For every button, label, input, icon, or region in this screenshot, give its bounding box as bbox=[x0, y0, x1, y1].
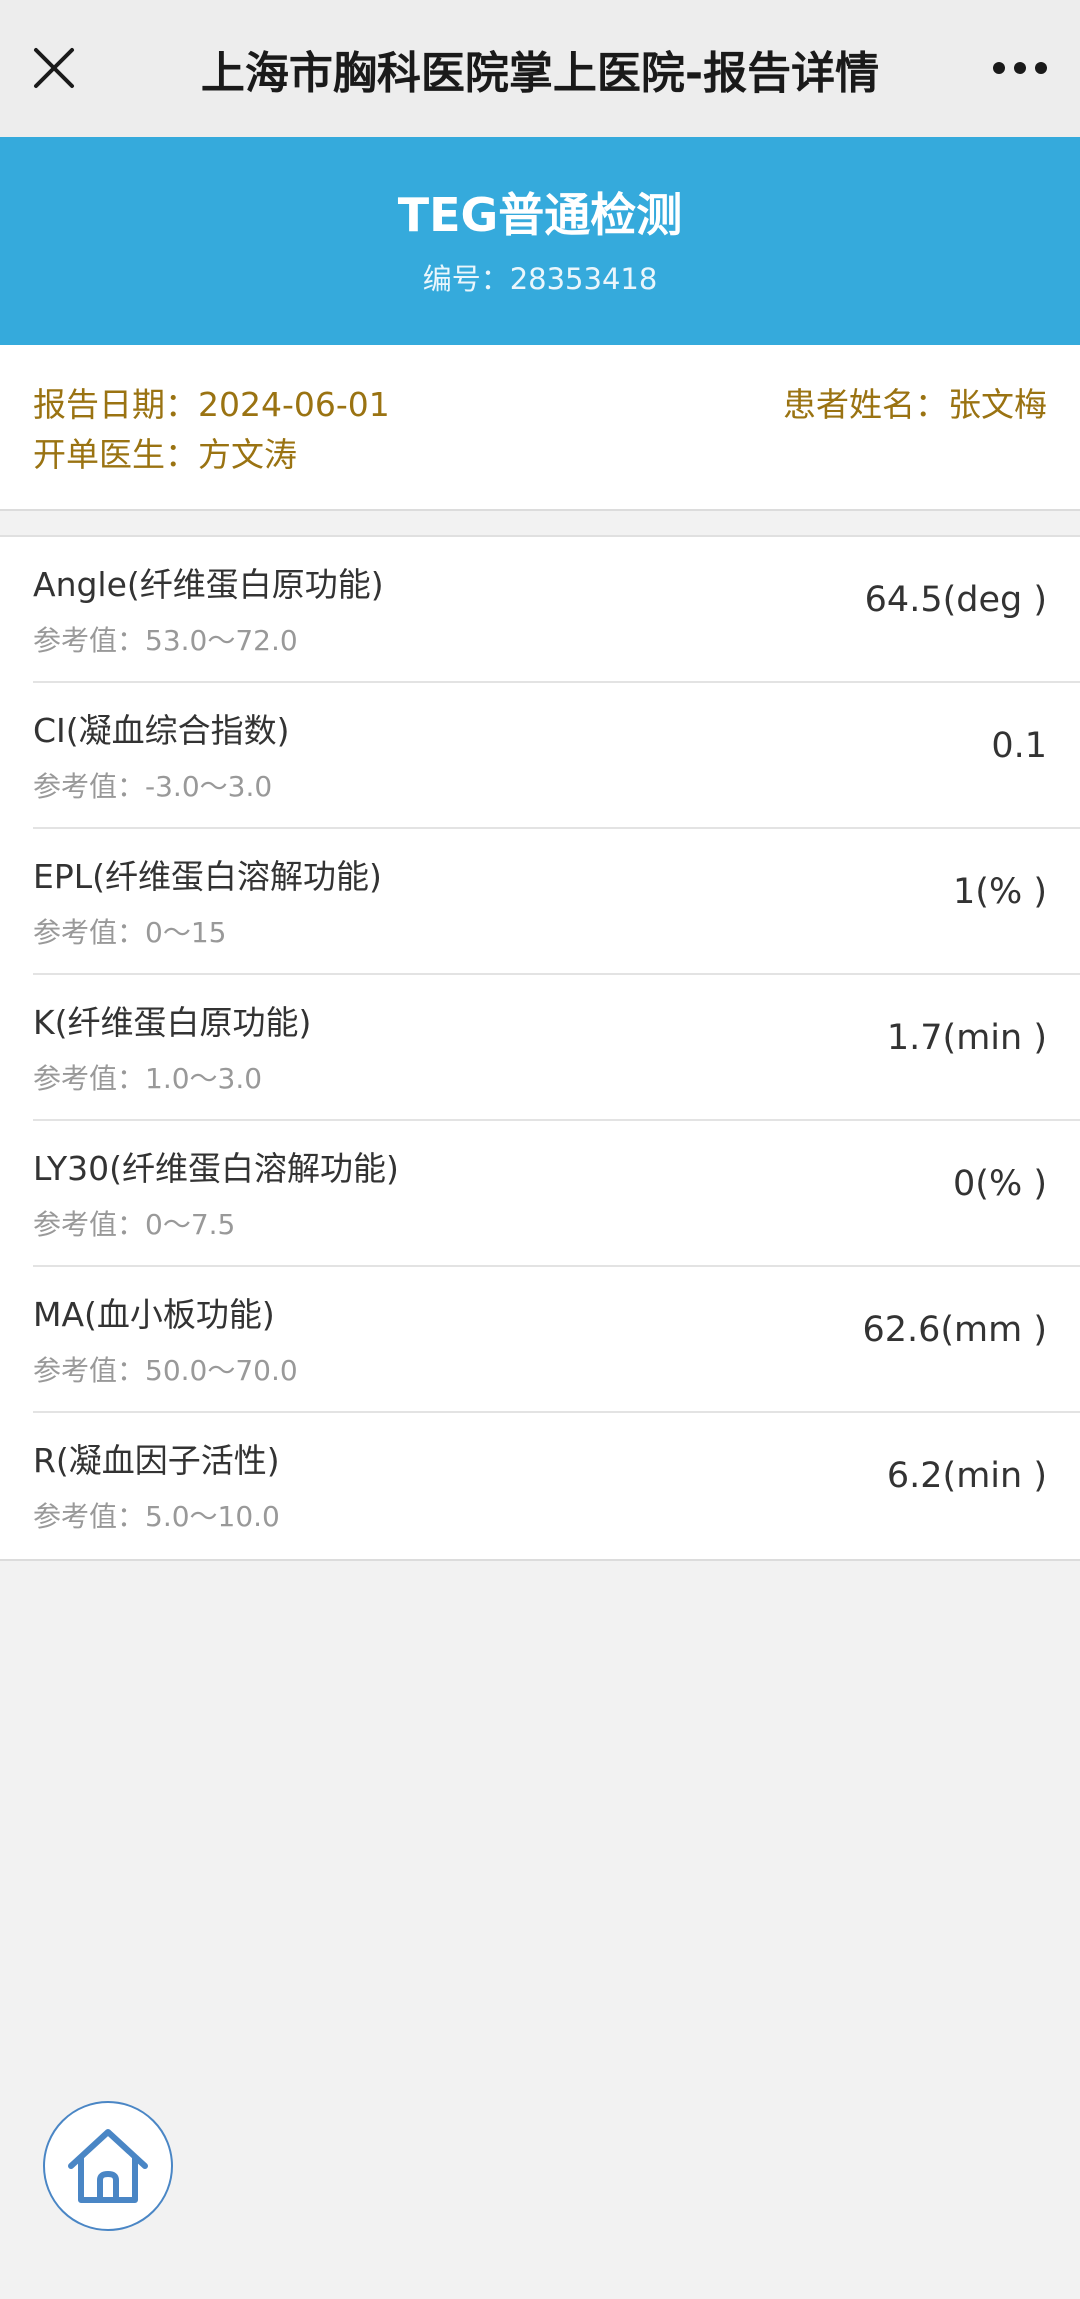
result-reference: 参考值：50.0～70.0 bbox=[33, 1354, 298, 1387]
result-reference: 参考值：0～15 bbox=[33, 916, 227, 949]
info-row-date-patient: 报告日期：2024-06-01 患者姓名：张文梅 bbox=[33, 383, 1047, 427]
result-name: Angle(纤维蛋白原功能) bbox=[33, 565, 384, 604]
report-info: 报告日期：2024-06-01 患者姓名：张文梅 开单医生：方文涛 bbox=[0, 345, 1080, 511]
result-name: EPL(纤维蛋白溶解功能) bbox=[33, 857, 382, 896]
result-name: MA(血小板功能) bbox=[33, 1295, 275, 1334]
result-value: 1.7(min ) bbox=[886, 1018, 1047, 1058]
home-button[interactable] bbox=[43, 2101, 173, 2231]
page-title: 上海市胸科医院掌上医院-报告详情 bbox=[200, 47, 880, 99]
close-icon bbox=[34, 48, 74, 88]
result-name: R(凝血因子活性) bbox=[33, 1441, 280, 1480]
report-number: 编号：28353418 bbox=[422, 262, 658, 296]
results-list: Angle(纤维蛋白原功能) 参考值：53.0～72.0 64.5(deg ) … bbox=[0, 535, 1080, 1561]
result-row: CI(凝血综合指数) 参考值：-3.0～3.0 0.1 bbox=[33, 683, 1080, 829]
result-row: LY30(纤维蛋白溶解功能) 参考值：0～7.5 0(% ) bbox=[33, 1121, 1080, 1267]
result-row: R(凝血因子活性) 参考值：5.0～10.0 6.2(min ) bbox=[33, 1413, 1080, 1559]
patient-name: 患者姓名：张文梅 bbox=[783, 385, 1047, 424]
result-reference: 参考值：1.0～3.0 bbox=[33, 1062, 263, 1095]
result-row: EPL(纤维蛋白溶解功能) 参考值：0～15 1(% ) bbox=[33, 829, 1080, 975]
close-button[interactable] bbox=[24, 38, 84, 98]
result-reference: 参考值：5.0～10.0 bbox=[33, 1500, 280, 1533]
report-date: 报告日期：2024-06-01 bbox=[33, 385, 390, 424]
result-row: K(纤维蛋白原功能) 参考值：1.0～3.0 1.7(min ) bbox=[33, 975, 1080, 1121]
result-value: 64.5(deg ) bbox=[864, 580, 1047, 620]
ordering-doctor: 开单医生：方文涛 bbox=[33, 435, 297, 474]
top-navigation-bar: 上海市胸科医院掌上医院-报告详情 bbox=[0, 0, 1080, 137]
report-title: TEG普通检测 bbox=[397, 188, 683, 242]
result-reference: 参考值：0～7.5 bbox=[33, 1208, 236, 1241]
result-value: 0(% ) bbox=[953, 1164, 1047, 1204]
result-value: 62.6(mm ) bbox=[862, 1310, 1047, 1350]
more-options-button[interactable] bbox=[984, 38, 1056, 98]
result-value: 6.2(min ) bbox=[886, 1456, 1047, 1496]
result-name: K(纤维蛋白原功能) bbox=[33, 1003, 312, 1042]
more-icon bbox=[993, 62, 1047, 74]
info-row-doctor: 开单医生：方文涛 bbox=[33, 433, 1047, 477]
home-icon bbox=[68, 2129, 148, 2203]
report-header: TEG普通检测 编号：28353418 bbox=[0, 137, 1080, 345]
result-row: Angle(纤维蛋白原功能) 参考值：53.0～72.0 64.5(deg ) bbox=[33, 537, 1080, 683]
result-name: CI(凝血综合指数) bbox=[33, 711, 290, 750]
result-value: 0.1 bbox=[991, 726, 1047, 766]
result-value: 1(% ) bbox=[953, 872, 1047, 912]
result-reference: 参考值：53.0～72.0 bbox=[33, 624, 298, 657]
result-reference: 参考值：-3.0～3.0 bbox=[33, 770, 273, 803]
result-row: MA(血小板功能) 参考值：50.0～70.0 62.6(mm ) bbox=[33, 1267, 1080, 1413]
result-name: LY30(纤维蛋白溶解功能) bbox=[33, 1149, 399, 1188]
